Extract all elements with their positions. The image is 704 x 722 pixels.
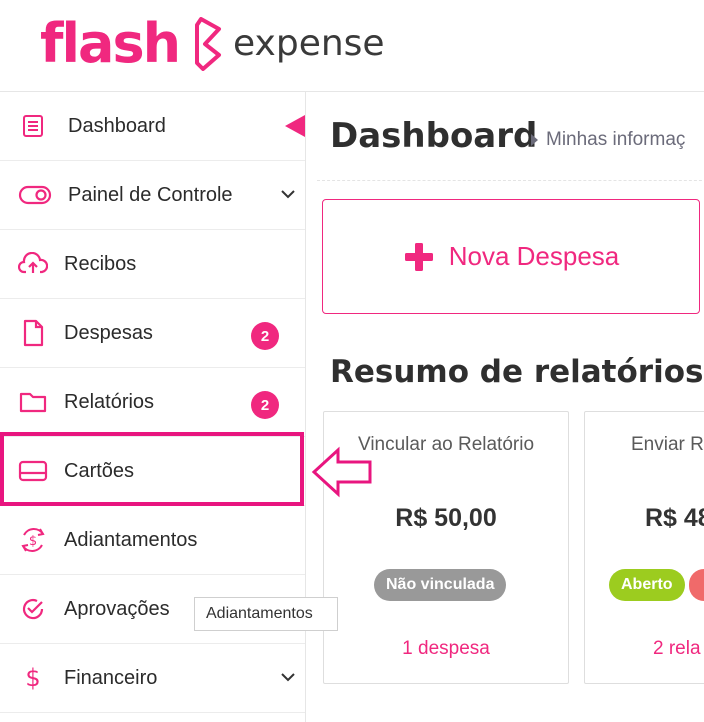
sidebar-item-relatorios[interactable]: Relatórios 2 (0, 368, 305, 437)
chevron-down-icon[interactable] (279, 185, 297, 208)
summary-title: Resumo de relatórios (330, 354, 704, 390)
new-expense-button[interactable]: Nova Despesa (322, 199, 700, 314)
dollar-cycle-icon: $ (18, 525, 48, 555)
main-content: Dashboard Minhas informaç Nova Despesa R… (307, 92, 704, 722)
card-amount: R$ 50,00 (395, 504, 497, 532)
sidebar-item-label: Painel de Controle (68, 183, 233, 206)
divider (317, 180, 704, 181)
card-title: Enviar R (631, 434, 704, 455)
annotation-arrow-icon (311, 446, 372, 498)
plus-icon (404, 242, 433, 271)
page-title: Dashboard (330, 116, 538, 156)
active-indicator-icon (285, 115, 305, 137)
sidebar-item-cartoes[interactable]: Cartões (0, 437, 305, 506)
sidebar-item-recibos[interactable]: Recibos (0, 230, 305, 299)
dollar-icon: $ (18, 663, 48, 693)
check-circle-icon (18, 594, 48, 624)
folder-icon (18, 387, 48, 417)
chevron-down-icon[interactable] (279, 668, 297, 691)
sidebar-item-label: Dashboard (68, 114, 166, 137)
status-badge-secondary (689, 569, 704, 601)
card-link[interactable]: 2 rela (653, 638, 704, 660)
sidebar-item-label: Despesas (64, 321, 153, 344)
sidebar-item-label: Cartões (64, 459, 135, 482)
credit-card-icon (18, 456, 48, 486)
sidebar-item-label: Financeiro (64, 666, 158, 689)
report-summary-card[interactable]: Enviar R R$ 48 Aberto 2 rela (584, 411, 704, 684)
sidebar-item-adiantamentos[interactable]: $ Adiantamentos (0, 506, 305, 575)
breadcrumb-label: Minhas informaç (546, 129, 686, 150)
sidebar-item-label: Recibos (64, 252, 137, 275)
sidebar-item-label: Relatórios (64, 390, 155, 413)
logo-expense-text: expense (233, 23, 385, 64)
svg-text:$: $ (29, 534, 37, 549)
logo-flash-text: flash (40, 12, 181, 75)
brand-logo[interactable]: flash expense (40, 12, 385, 76)
status-badge: Aberto (609, 569, 685, 601)
tooltip: Adiantamentos (194, 597, 338, 631)
count-badge: 2 (251, 322, 279, 350)
caret-right-icon (531, 134, 538, 146)
toggle-icon (18, 180, 52, 210)
card-link[interactable]: 1 despesa (324, 638, 568, 660)
list-icon (18, 111, 48, 141)
sidebar-item-label: Aprovações (64, 597, 170, 620)
sidebar-item-painel-de-controle[interactable]: Painel de Controle (0, 161, 305, 230)
count-badge: 2 (251, 391, 279, 419)
status-badge: Não vinculada (374, 569, 507, 601)
cloud-upload-icon (18, 249, 48, 279)
card-amount: R$ 48 (645, 504, 704, 532)
sidebar-item-despesas[interactable]: Despesas 2 (0, 299, 305, 368)
svg-text:$: $ (25, 664, 40, 692)
sidebar-item-label: Adiantamentos (64, 528, 198, 551)
sidebar-item-dashboard[interactable]: Dashboard (0, 92, 305, 161)
document-icon (18, 318, 48, 348)
flash-logo-icon (195, 17, 222, 71)
breadcrumb[interactable]: Minhas informaç (531, 129, 685, 151)
new-expense-label: Nova Despesa (448, 241, 620, 271)
app-header: flash expense (0, 0, 704, 92)
sidebar-item-financeiro[interactable]: $ Financeiro (0, 644, 305, 713)
